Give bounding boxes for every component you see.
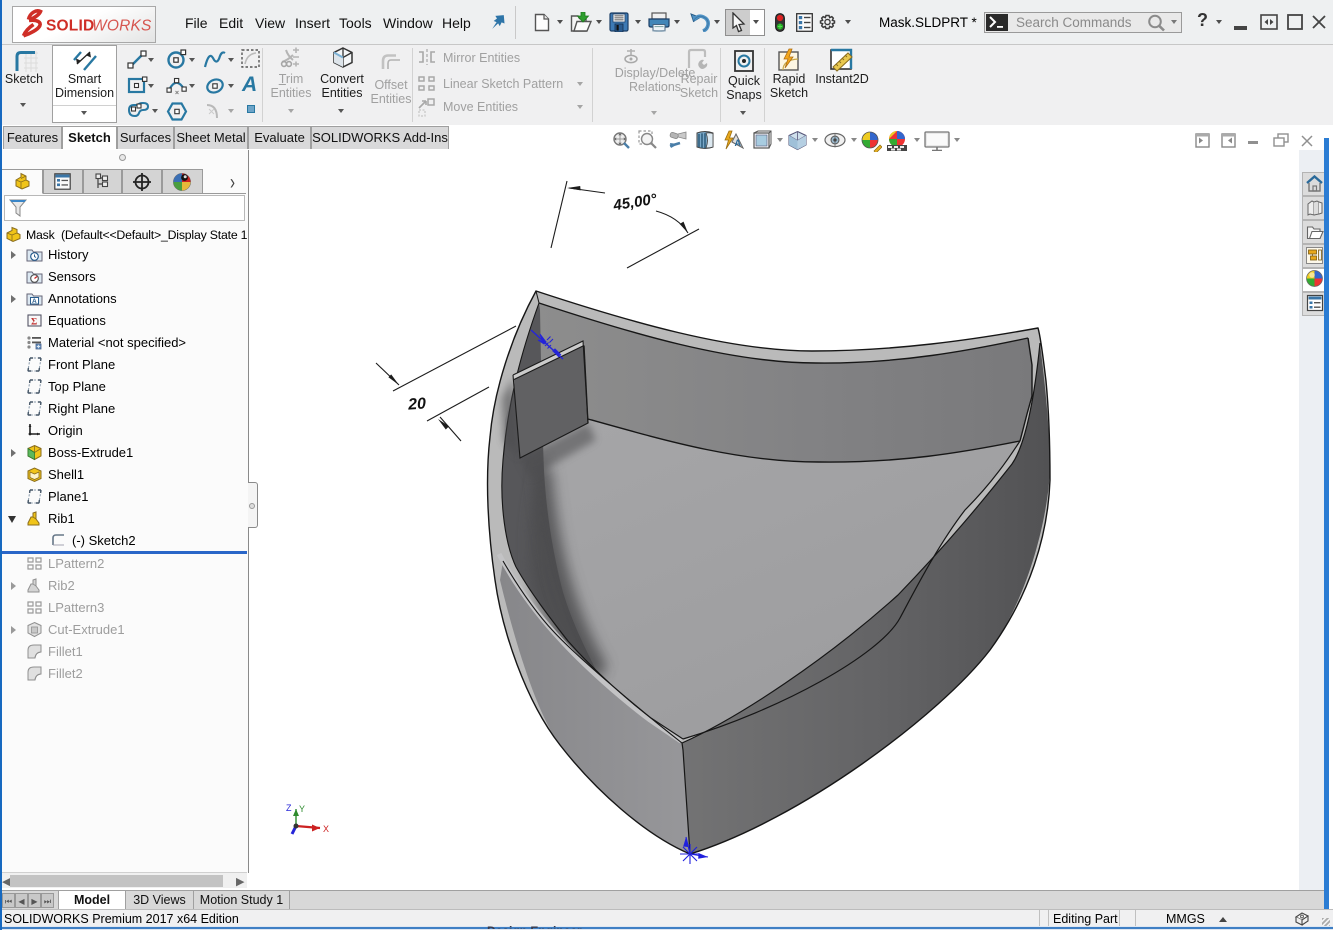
svg-text:A: A xyxy=(735,138,742,148)
svg-text:20: 20 xyxy=(407,395,427,413)
svg-text:Y: Y xyxy=(299,804,305,814)
svg-text:45,00°: 45,00° xyxy=(611,191,659,215)
svg-text:Z: Z xyxy=(286,803,292,813)
svg-text:Σ: Σ xyxy=(31,317,37,327)
svg-text:WORKS: WORKS xyxy=(92,18,152,35)
svg-text:SOLID: SOLID xyxy=(46,18,94,35)
svg-text:X: X xyxy=(323,824,329,834)
svg-text:A: A xyxy=(32,298,37,305)
